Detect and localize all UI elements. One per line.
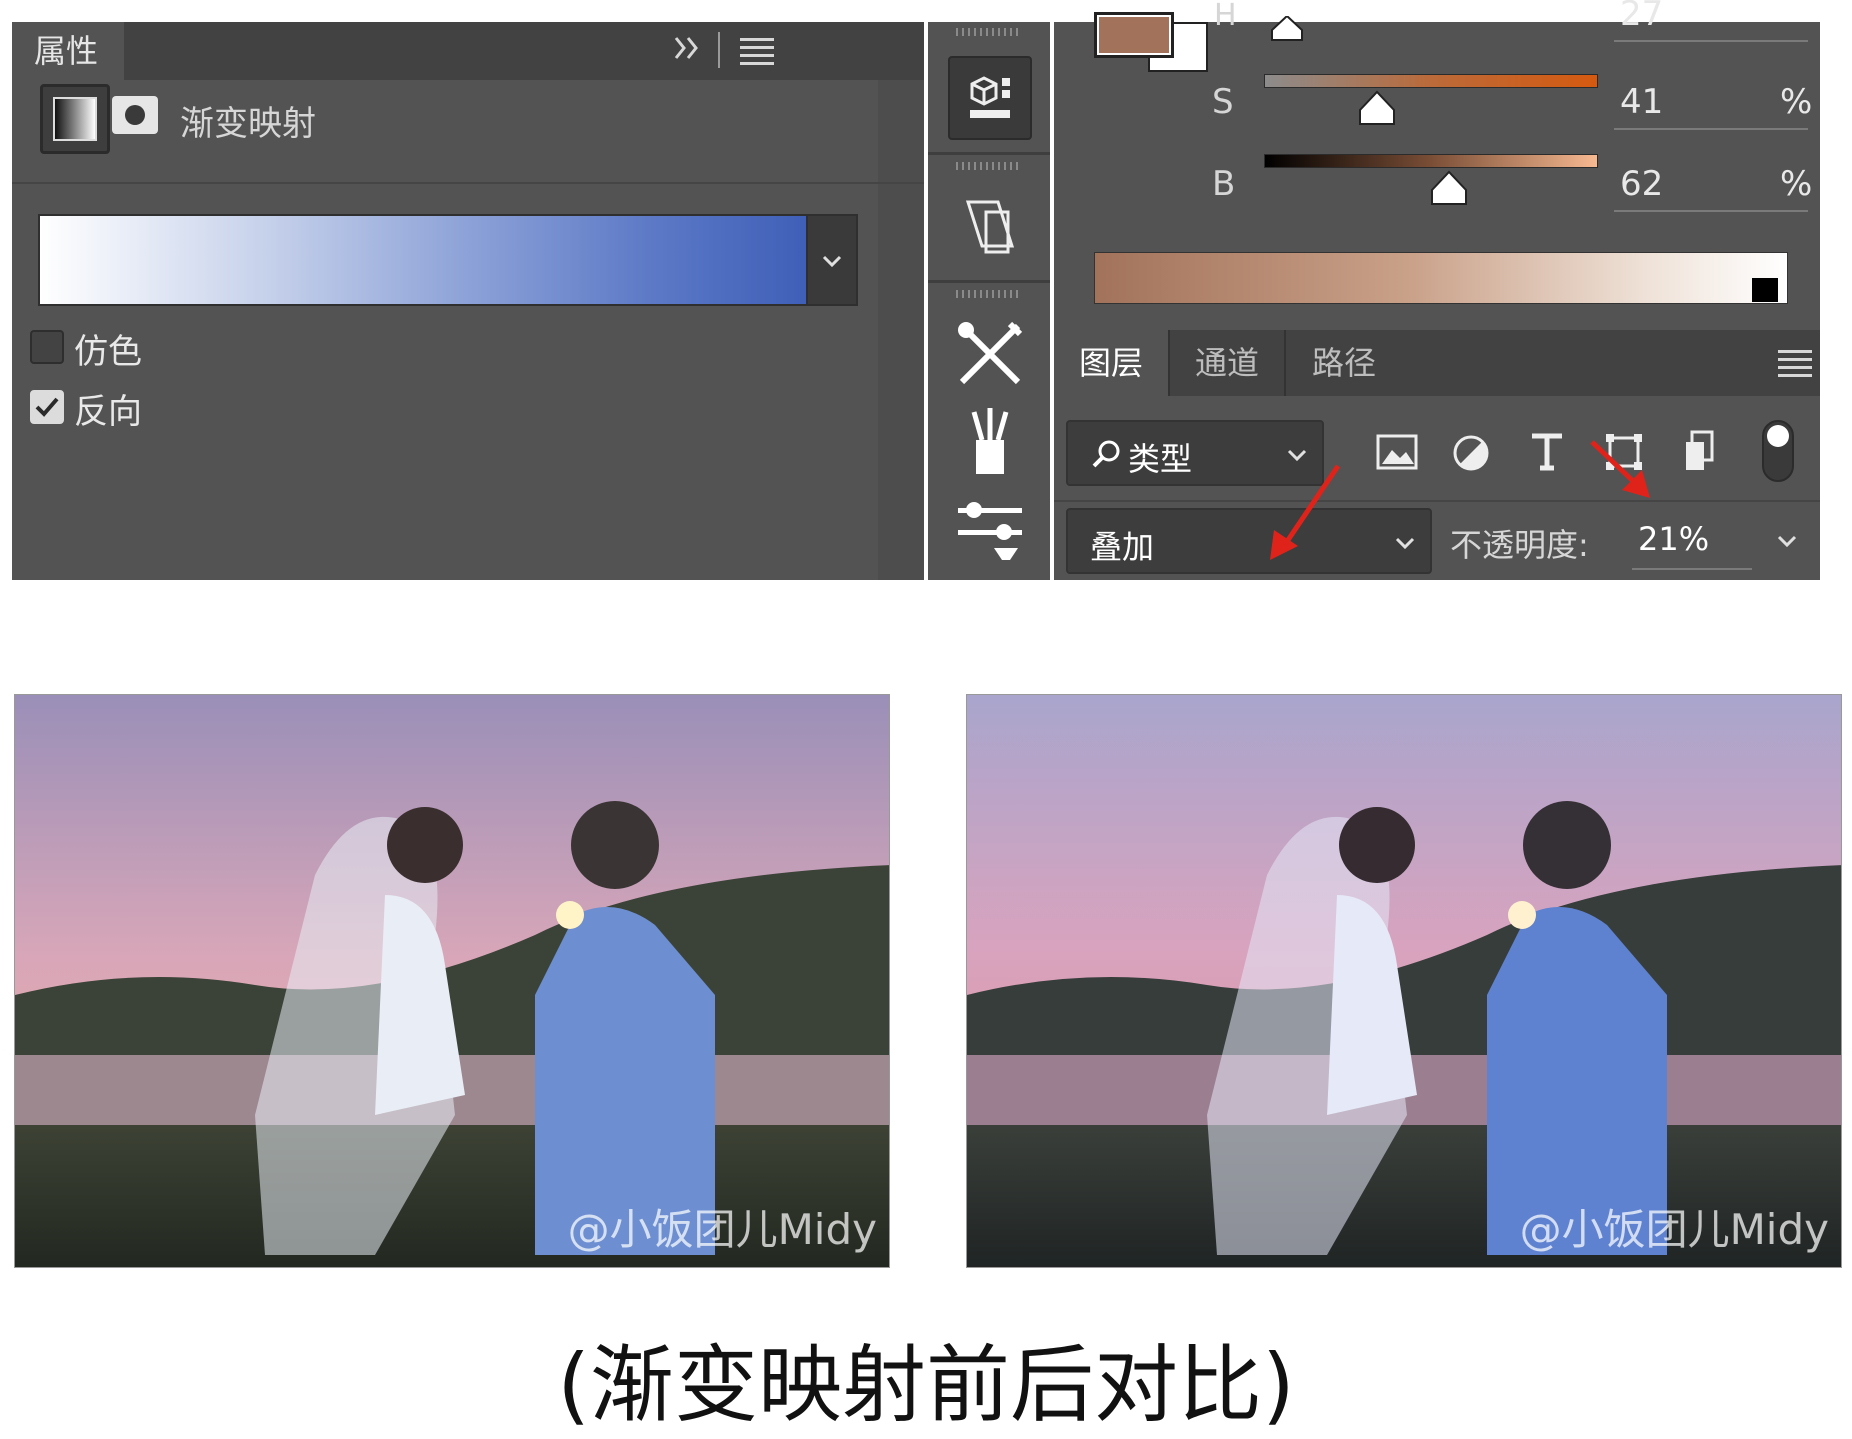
foreground-color-swatch[interactable] xyxy=(1094,12,1174,58)
reverse-checkbox[interactable] xyxy=(30,390,64,424)
pixel-layer-filter-icon[interactable] xyxy=(1376,434,1418,474)
saturation-label: S xyxy=(1212,82,1234,122)
chevron-down-icon xyxy=(1395,537,1415,550)
properties-scroll-strip xyxy=(878,80,924,580)
dither-checkbox[interactable] xyxy=(30,330,64,364)
sliders-icon[interactable] xyxy=(948,488,1032,572)
hue-slider-thumb[interactable] xyxy=(1266,14,1308,46)
gradient-preview-bar[interactable] xyxy=(38,214,808,306)
tools-crossed-icon[interactable] xyxy=(948,312,1032,396)
saturation-value[interactable]: 41 xyxy=(1620,82,1663,122)
tab-channels[interactable]: 通道 xyxy=(1170,330,1284,396)
hue-value-underline xyxy=(1614,40,1808,42)
transform-panel-icon[interactable] xyxy=(948,182,1032,266)
chevron-down-icon xyxy=(822,255,842,268)
layer-mask-icon[interactable] xyxy=(112,96,158,134)
double-chevron-right-icon[interactable] xyxy=(672,28,702,76)
gradient-map-thumbnail[interactable] xyxy=(40,84,110,154)
hue-label: H xyxy=(1214,0,1237,33)
layers-menu-icon[interactable] xyxy=(1778,348,1812,382)
adjustment-title: 渐变映射 xyxy=(180,104,316,144)
panel-menu-icon[interactable] xyxy=(740,36,774,70)
layers-tabbar: 图层 通道 路径 xyxy=(1054,330,1820,396)
panel-dock-strip xyxy=(928,22,1050,580)
tab-layers[interactable]: 图层 xyxy=(1054,330,1168,396)
reverse-label: 反向 xyxy=(74,392,142,432)
properties-tabbar: 属性 xyxy=(12,22,924,80)
filter-toggle-switch[interactable] xyxy=(1762,420,1794,482)
gradient-dropdown-button[interactable] xyxy=(808,214,858,306)
blend-mode-select[interactable]: 叠加 xyxy=(1066,508,1432,574)
brightness-slider[interactable] xyxy=(1264,154,1598,168)
dock-separator xyxy=(928,280,1050,283)
comparison-caption: (渐变映射前后对比) xyxy=(557,1336,1295,1434)
brightness-label: B xyxy=(1212,164,1236,204)
search-icon xyxy=(1092,440,1120,468)
opacity-label: 不透明度: xyxy=(1450,526,1589,564)
brightness-slider-thumb[interactable] xyxy=(1428,170,1470,210)
black-swatch[interactable] xyxy=(1752,278,1778,302)
saturation-slider[interactable] xyxy=(1264,74,1598,88)
layers-row-separator xyxy=(1054,500,1820,502)
gradient-thumbnail-icon xyxy=(53,97,97,141)
color-layers-panel: H 27 S 41 % B 62 % 图层 通道 路径 类型 叠加 不透明度: … xyxy=(1054,0,1820,580)
blend-mode-value: 叠加 xyxy=(1090,528,1155,566)
saturation-percent: % xyxy=(1780,82,1813,122)
dock-grip[interactable] xyxy=(956,290,1018,298)
saturation-slider-thumb[interactable] xyxy=(1356,90,1398,130)
brightness-value[interactable]: 62 xyxy=(1620,164,1663,204)
brushes-cup-icon[interactable] xyxy=(948,400,1032,484)
checkmark-icon xyxy=(35,397,59,417)
dock-separator xyxy=(928,152,1050,155)
properties-panel: 属性 渐变映射 仿色 反向 xyxy=(12,22,924,580)
filter-label: 类型 xyxy=(1128,440,1193,478)
brightness-value-underline xyxy=(1614,210,1808,212)
opacity-value[interactable]: 21% xyxy=(1638,520,1709,558)
before-photo: @小饭团儿Midy xyxy=(14,694,890,1268)
color-ramp[interactable] xyxy=(1094,252,1788,304)
tabbar-divider xyxy=(718,32,720,68)
saturation-value-underline xyxy=(1614,128,1808,130)
3d-panel-icon[interactable] xyxy=(948,56,1032,140)
red-arrow-icon xyxy=(1590,440,1650,498)
opacity-value-underline xyxy=(1632,568,1752,570)
red-arrow-icon xyxy=(1270,464,1341,560)
chevron-down-icon[interactable] xyxy=(1776,530,1798,552)
after-photo: @小饭团儿Midy xyxy=(966,694,1842,1268)
brightness-percent: % xyxy=(1780,164,1813,204)
adjustment-layer-filter-icon[interactable] xyxy=(1452,434,1490,476)
header-separator xyxy=(12,182,924,184)
dock-grip[interactable] xyxy=(956,28,1018,36)
tab-paths[interactable]: 路径 xyxy=(1286,330,1402,396)
hue-value[interactable]: 27 xyxy=(1620,0,1663,34)
photo-watermark: @小饭团儿Midy xyxy=(1519,1205,1829,1254)
photo-watermark: @小饭团儿Midy xyxy=(567,1205,877,1254)
properties-tab[interactable]: 属性 xyxy=(12,22,124,80)
smart-object-filter-icon[interactable] xyxy=(1682,430,1718,476)
dither-label: 仿色 xyxy=(74,332,142,372)
type-layer-filter-icon[interactable] xyxy=(1528,430,1566,476)
dock-grip[interactable] xyxy=(956,162,1018,170)
